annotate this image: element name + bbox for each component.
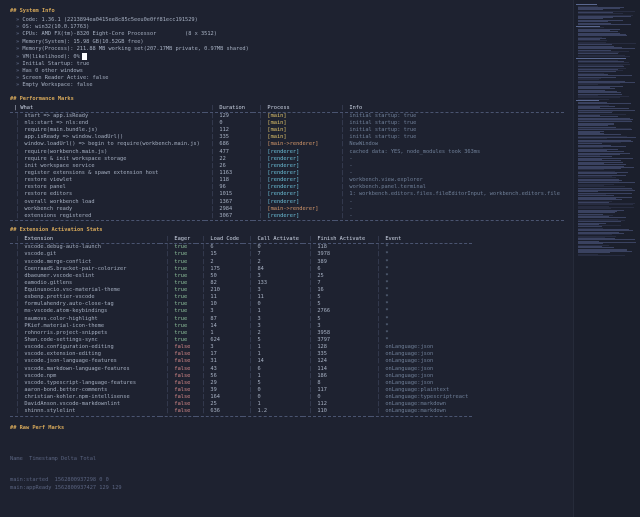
- perf-row: | start => app.isReady| 129| [main]| ini…: [10, 113, 564, 120]
- ext-row: | vscode.extension-editing| false| 17| 1…: [10, 351, 472, 358]
- sysinfo-line: Initial Startup: true: [10, 61, 565, 68]
- section-ext-stats: ## Extension Activation Stats: [10, 227, 565, 234]
- ext-row: | vscode.debug-auto-launch| true| 6| 0| …: [10, 244, 472, 251]
- ext-row: | formulahendry.auto-close-tag| true| 10…: [10, 301, 472, 308]
- ext-row: | DavidAnson.vscode-markdownlint| false|…: [10, 401, 472, 408]
- raw-perf-header: Name Timestamp Delta Total: [10, 456, 565, 463]
- ext-row: | eamodio.gitlens| true| 82| 133| 7| *: [10, 280, 472, 287]
- perf-row: | extensions registered| 3067| [renderer…: [10, 213, 564, 220]
- perf-row: | init workspace service| 26| [renderer]…: [10, 163, 564, 170]
- ext-row: | CoenraadS.bracket-pair-colorizer| true…: [10, 266, 472, 273]
- ext-row: | vscode.typescript-language-features| f…: [10, 380, 472, 387]
- perf-row: | register extensions & spawn extension …: [10, 170, 564, 177]
- ext-row: | vscode.markdown-language-features| fal…: [10, 366, 472, 373]
- perf-row: | workbench ready| 2984| [main->renderer…: [10, 206, 564, 213]
- ext-row: | christian-kohler.npm-intellisense| fal…: [10, 394, 472, 401]
- ext-col-call-activate: | Call Activate: [243, 236, 303, 243]
- sysinfo-line: Memory(System): 15.98 GB(10.52GB free): [10, 39, 565, 46]
- ext-row: | vscode.git| true| 15| 7| 3978| *: [10, 251, 472, 258]
- ext-row: | esbenp.prettier-vscode| true| 11| 11| …: [10, 294, 472, 301]
- ext-row: | aaron-bond.better-comments| false| 39|…: [10, 387, 472, 394]
- section-perf-marks: ## Performance Marks: [10, 96, 565, 103]
- ext-row: | PKief.material-icon-theme| true| 14| 3…: [10, 323, 472, 330]
- ext-col-event: | Event: [371, 236, 472, 243]
- cursor-caret: [82, 53, 87, 60]
- perf-row: | window.loadUrl() => begin to require(w…: [10, 141, 564, 148]
- section-raw-perf: ## Raw Perf Marks: [10, 425, 565, 432]
- ext-row: | naumovs.color-highlight| true| 87| 3| …: [10, 316, 472, 323]
- perf-col-what: | What: [10, 105, 205, 112]
- ext-row: | dbaeumer.vscode-eslint| true| 50| 3| 2…: [10, 273, 472, 280]
- perf-col-info: | Info: [335, 105, 564, 112]
- perf-row: | require(workbench.main.js)| 477| [rend…: [10, 149, 564, 156]
- perf-row: | nls:start => nls:end| 0| [main]| initi…: [10, 120, 564, 127]
- ext-stats-table: | Extension| Eager| Load Code| Call Acti…: [10, 236, 472, 417]
- raw-perf-line: main:started 1562800937298 0 0: [10, 477, 565, 484]
- process-explorer-output[interactable]: ## System Info Code: 1.36.1 (2213894ea04…: [0, 0, 573, 517]
- sysinfo-line: Empty Workspace: false: [10, 82, 565, 89]
- perf-row: | require(main.bundle.js)| 112| [main]| …: [10, 127, 564, 134]
- section-system-info: ## System Info: [10, 8, 565, 15]
- ext-row: | vscode.json-language-features| false| …: [10, 358, 472, 365]
- ext-row: | ms-vscode.atom-keybindings| true| 3| 1…: [10, 308, 472, 315]
- ext-row: | vscode.merge-conflict| true| 2| 2| 389…: [10, 259, 472, 266]
- ext-row: | vscode.npm| false| 56| 1| 186| onLangu…: [10, 373, 472, 380]
- perf-row: | restore panel| 96| [renderer]| workben…: [10, 184, 564, 191]
- sysinfo-line: Screen Reader Active: false: [10, 75, 565, 82]
- sysinfo-line: Code: 1.36.1 (2213894ea0415ee8c85c5eeu0e…: [10, 17, 565, 24]
- perf-row: | overall workbench load| 1367| [rendere…: [10, 199, 564, 206]
- sysinfo-line: Has 0 other windows: [10, 68, 565, 75]
- sysinfo-line: VM(likelihood): 0%: [10, 53, 565, 61]
- perf-col-process: | Process: [253, 105, 335, 112]
- perf-row: | restore editors| 1015| [renderer]| 1: …: [10, 191, 564, 198]
- perf-row: | restore viewlet| 118| [renderer]| work…: [10, 177, 564, 184]
- ext-col-finish-activate: | Finish Activate: [303, 236, 371, 243]
- ext-col-eager: | Eager: [160, 236, 196, 243]
- ext-row: | Equinusocio.vsc-material-theme| true| …: [10, 287, 472, 294]
- ext-col-load-code: | Load Code: [196, 236, 243, 243]
- minimap[interactable]: [573, 0, 640, 517]
- ext-col-extension: | Extension: [10, 236, 160, 243]
- sysinfo-line: OS: win32(10.0.17763): [10, 24, 565, 31]
- perf-marks-table: | What| Duration| Process| Info | start …: [10, 105, 564, 221]
- perf-col-duration: | Duration: [205, 105, 253, 112]
- perf-row: | require & init workspace storage| 22| …: [10, 156, 564, 163]
- raw-perf-line: main:appReady 1562800937427 129 129: [10, 485, 565, 492]
- ext-row: | rohnorris.project-snippets| true| 1| 2…: [10, 330, 472, 337]
- sysinfo-line: Memory(Process): 211.88 MB working set(2…: [10, 46, 565, 53]
- ext-row: | shinnn.stylelint| false| 636| 1.2| 110…: [10, 408, 472, 415]
- sysinfo-line: CPUs: AMD FX(tm)-8320 Eight-Core Process…: [10, 31, 565, 38]
- ext-row: | vscode.configuration-editing| false| 3…: [10, 344, 472, 351]
- perf-row: | app.isReady => window.loadUrl()| 335| …: [10, 134, 564, 141]
- ext-row: | Shan.code-settings-sync| true| 624| 5|…: [10, 337, 472, 344]
